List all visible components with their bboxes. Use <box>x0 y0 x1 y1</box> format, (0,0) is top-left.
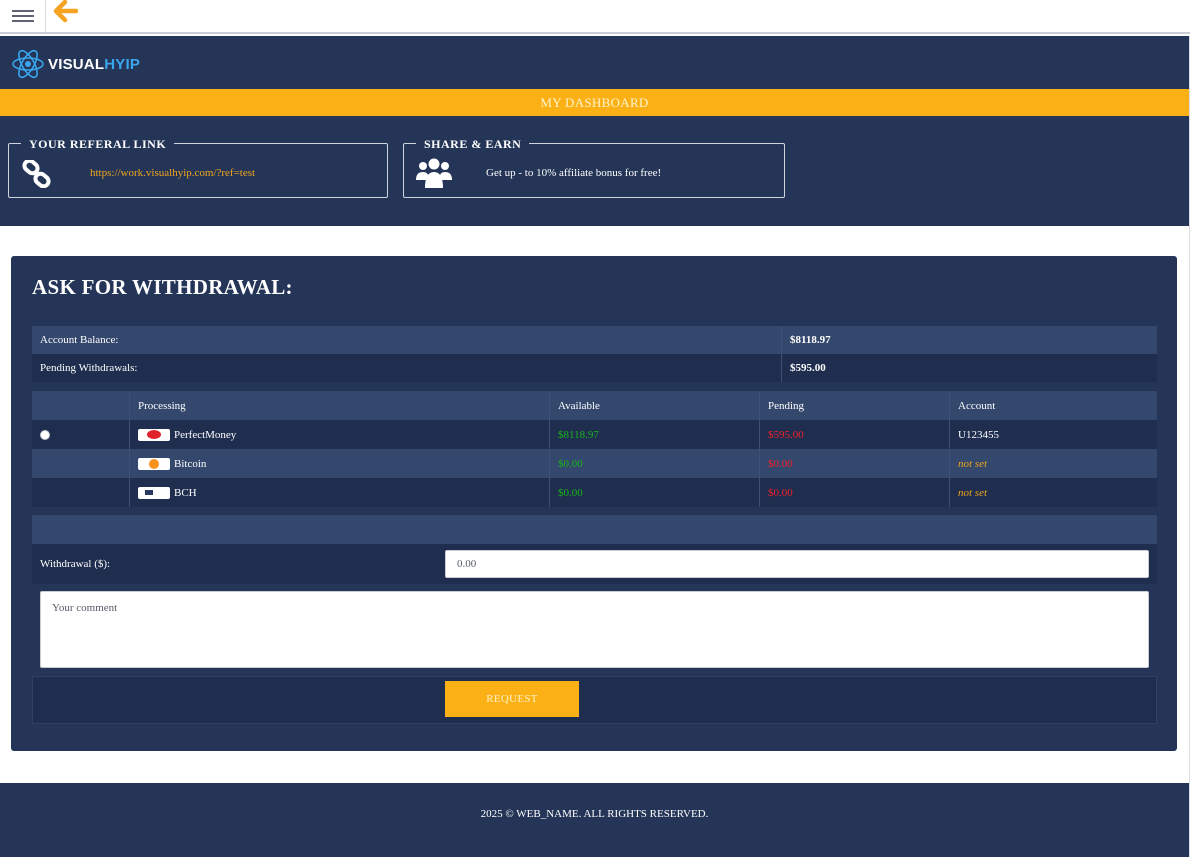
processing-column-header: Processing <box>130 391 550 420</box>
processor-name-cell: PerfectMoney <box>130 420 550 449</box>
atom-logo-icon <box>12 49 44 79</box>
brand-logo[interactable]: VISUALHYIP <box>10 46 140 82</box>
share-earn-title: SHARE & EARN <box>416 136 530 152</box>
select-cell <box>32 449 130 478</box>
share-earn-text: Get up - to 10% affiliate bonus for free… <box>486 167 662 179</box>
arrow-left-icon[interactable] <box>52 0 78 24</box>
processor-name: PerfectMoney <box>174 428 237 441</box>
bitcoin-logo-icon <box>138 457 170 470</box>
processor-name: BCH <box>174 486 197 499</box>
processor-name: Bitcoin <box>174 457 207 470</box>
bch-logo-icon <box>138 486 170 499</box>
hamburger-menu-icon[interactable] <box>0 0 46 32</box>
top-bar <box>0 0 1190 34</box>
referral-link-url[interactable]: https://work.visualhyip.com/?ref=test <box>90 165 255 181</box>
brand-name: VISUALHYIP <box>48 56 140 73</box>
footer-copyright: 2025 © WEB_NAME. ALL RIGHTS RESERVED. <box>480 808 709 820</box>
processor-pending: $595.00 <box>760 420 950 449</box>
account-balance-label: Account Balance: <box>32 326 782 354</box>
footer: 2025 © WEB_NAME. ALL RIGHTS RESERVED. <box>0 783 1189 857</box>
referral-link-box: YOUR REFERAL LINK https://work.visualhyi… <box>8 136 388 198</box>
dashboard-bar[interactable]: MY DASHBOARD <box>0 89 1189 116</box>
share-earn-box: SHARE & EARN Get up - to 10% affiliate b… <box>403 136 785 198</box>
withdrawal-panel: ASK FOR WITHDRAWAL: Account Balance: $81… <box>11 256 1177 751</box>
account-balance-value: $8118.97 <box>790 334 831 346</box>
processor-pending: $0.00 <box>760 449 950 478</box>
processor-row-bch[interactable]: BCH $0.00 $0.00 not set <box>32 478 1157 507</box>
withdrawal-title: ASK FOR WITHDRAWAL: <box>32 275 293 299</box>
users-icon <box>416 158 452 188</box>
spacer-row <box>32 515 1157 544</box>
brand-name-part1: VISUAL <box>48 55 105 73</box>
processor-row-perfectmoney[interactable]: PerfectMoney $8118.97 $595.00 U123455 <box>32 420 1157 449</box>
pending-withdrawals-row: Pending Withdrawals: $595.00 <box>32 354 1157 382</box>
processor-available: $0.00 <box>550 449 760 478</box>
processor-row-bitcoin[interactable]: Bitcoin $0.00 $0.00 not set <box>32 449 1157 478</box>
processor-table-header: Processing Available Pending Account <box>32 391 1157 420</box>
processor-radio-perfectmoney[interactable] <box>40 429 50 440</box>
request-button[interactable]: REQUEST <box>445 681 579 717</box>
processor-account: U123455 <box>958 428 999 441</box>
header: VISUALHYIP MY DASHBOARD YOUR REFERAL LIN… <box>0 36 1189 226</box>
comment-textarea[interactable]: Your comment <box>40 591 1149 668</box>
processor-pending: $0.00 <box>760 478 950 507</box>
processor-available: $8118.97 <box>550 420 760 449</box>
select-cell <box>32 478 130 507</box>
available-column-header: Available <box>550 391 760 420</box>
link-icon <box>22 160 51 188</box>
account-column-header: Account <box>958 399 996 412</box>
processor-name-cell: Bitcoin <box>130 449 550 478</box>
processor-account: not set <box>958 457 988 470</box>
pending-withdrawals-value: $595.00 <box>790 362 826 374</box>
pending-withdrawals-label: Pending Withdrawals: <box>32 354 782 382</box>
withdrawal-amount-input[interactable]: 0.00 <box>445 550 1149 578</box>
request-row <box>32 676 1157 724</box>
pending-column-header: Pending <box>760 391 950 420</box>
referral-link-title: YOUR REFERAL LINK <box>21 136 175 152</box>
processor-name-cell: BCH <box>130 478 550 507</box>
select-column-header <box>32 391 130 420</box>
processor-account: not set <box>958 486 988 499</box>
select-cell <box>32 420 130 449</box>
processor-available: $0.00 <box>550 478 760 507</box>
perfectmoney-logo-icon <box>138 428 170 441</box>
withdrawal-amount-label: Withdrawal ($): <box>40 558 111 570</box>
brand-name-part2: HYIP <box>104 55 141 73</box>
account-balance-row: Account Balance: $8118.97 <box>32 326 1157 354</box>
